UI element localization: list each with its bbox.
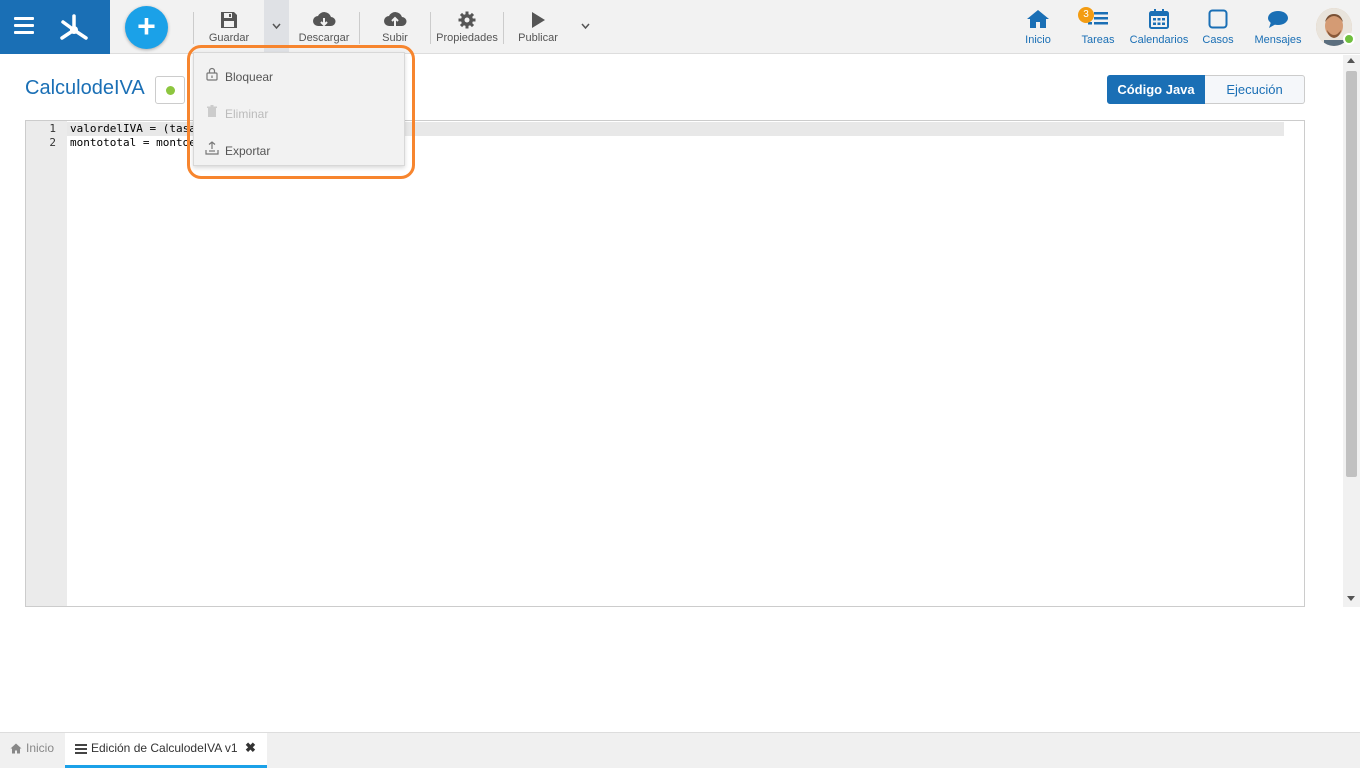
bottom-tab-edit[interactable]: Edición de CalculodeIVA v1 ✖ xyxy=(65,733,267,768)
nav-calendars[interactable]: Calendarios xyxy=(1128,0,1190,54)
home-icon xyxy=(1027,10,1049,28)
scroll-down-arrow-icon[interactable] xyxy=(1347,596,1355,601)
trash-icon xyxy=(207,105,217,117)
nav-messages-label: Mensajes xyxy=(1254,34,1302,46)
export-icon xyxy=(205,141,219,155)
line-number: 2 xyxy=(49,136,56,149)
save-options-menu: Bloquear Eliminar Exportar xyxy=(193,52,405,166)
line-number: 1 xyxy=(49,122,56,135)
top-toolbar: + Guardar Descargar Subir Propiedades Pu… xyxy=(0,0,1360,54)
code-line[interactable]: valordelIVA = (tasa xyxy=(70,122,196,135)
menu-item-export[interactable]: Exportar xyxy=(194,132,404,162)
calendar-icon xyxy=(1149,9,1169,29)
brand-area xyxy=(0,0,110,54)
publish-label: Publicar xyxy=(518,32,558,44)
cloud-download-icon xyxy=(313,12,336,27)
scrollbar-thumb[interactable] xyxy=(1346,71,1357,477)
menu-item-delete-label: Eliminar xyxy=(225,107,269,121)
download-label: Descargar xyxy=(298,32,350,44)
save-icon xyxy=(221,12,237,28)
more-options-toggle[interactable] xyxy=(573,0,598,54)
scroll-up-arrow-icon[interactable] xyxy=(1347,58,1355,63)
code-editor[interactable]: 1 valordelIVA = (tasa 2 montototal = mon… xyxy=(25,120,1305,607)
save-label: Guardar xyxy=(208,32,250,44)
close-tab-icon[interactable]: ✖ xyxy=(245,733,256,763)
upload-button[interactable]: Subir xyxy=(370,0,420,54)
status-dot xyxy=(166,86,175,95)
toolbar-divider xyxy=(430,12,431,44)
menu-item-delete: Eliminar xyxy=(194,95,404,125)
menu-item-lock[interactable]: Bloquear xyxy=(194,58,404,88)
add-button[interactable]: + xyxy=(125,6,168,49)
menu-icon[interactable] xyxy=(14,17,34,35)
menu-item-lock-label: Bloquear xyxy=(225,70,274,84)
code-line[interactable]: montototal = montoe xyxy=(70,136,196,149)
menu-item-export-label: Exportar xyxy=(225,144,271,158)
nav-calendars-label: Calendarios xyxy=(1129,34,1189,46)
chat-bubble-icon xyxy=(1268,11,1288,28)
list-icon xyxy=(75,743,87,754)
line-number-gutter xyxy=(26,121,67,606)
home-icon xyxy=(10,743,22,754)
save-button[interactable]: Guardar xyxy=(203,0,255,54)
nav-home-label: Inicio xyxy=(1025,34,1051,46)
properties-button[interactable]: Propiedades xyxy=(434,0,500,54)
nav-messages[interactable]: Mensajes xyxy=(1253,0,1303,54)
nav-home[interactable]: Inicio xyxy=(1018,0,1058,54)
bottom-tab-home[interactable]: Inicio xyxy=(0,733,65,768)
app-logo[interactable] xyxy=(56,10,92,44)
lock-icon xyxy=(206,67,218,81)
vertical-scrollbar[interactable] xyxy=(1343,55,1360,607)
bottom-tab-bar: Inicio Edición de CalculodeIVA v1 ✖ xyxy=(0,732,1360,768)
cloud-upload-icon xyxy=(384,12,407,26)
bottom-tab-home-label: Inicio xyxy=(26,741,55,755)
chevron-down-icon xyxy=(272,23,281,30)
upload-label: Subir xyxy=(382,32,408,44)
page-title: CalculodeIVA xyxy=(25,77,145,99)
chevron-down-icon xyxy=(581,23,590,30)
toolbar-divider xyxy=(359,12,360,44)
toolbar-divider xyxy=(193,12,194,44)
status-indicator-button[interactable] xyxy=(155,76,185,104)
tab-java-code[interactable]: Código Java xyxy=(1107,75,1205,104)
save-options-dropdown-toggle[interactable] xyxy=(264,0,289,54)
online-status-indicator xyxy=(1343,33,1355,45)
download-button[interactable]: Descargar xyxy=(295,0,353,54)
tab-execution[interactable]: Ejecución xyxy=(1205,75,1305,104)
nav-cases[interactable]: Casos xyxy=(1200,0,1236,54)
tasks-count-badge: 3 xyxy=(1078,7,1094,23)
toolbar-divider xyxy=(503,12,504,44)
publish-button[interactable]: Publicar xyxy=(513,0,563,54)
play-icon xyxy=(532,12,545,28)
properties-label: Propiedades xyxy=(436,32,498,44)
nav-cases-label: Casos xyxy=(1202,34,1234,46)
bottom-tab-edit-label: Edición de CalculodeIVA v1 xyxy=(91,741,238,755)
cases-icon xyxy=(1208,9,1228,29)
gear-icon xyxy=(458,11,476,29)
nav-tasks-label: Tareas xyxy=(1081,34,1115,46)
